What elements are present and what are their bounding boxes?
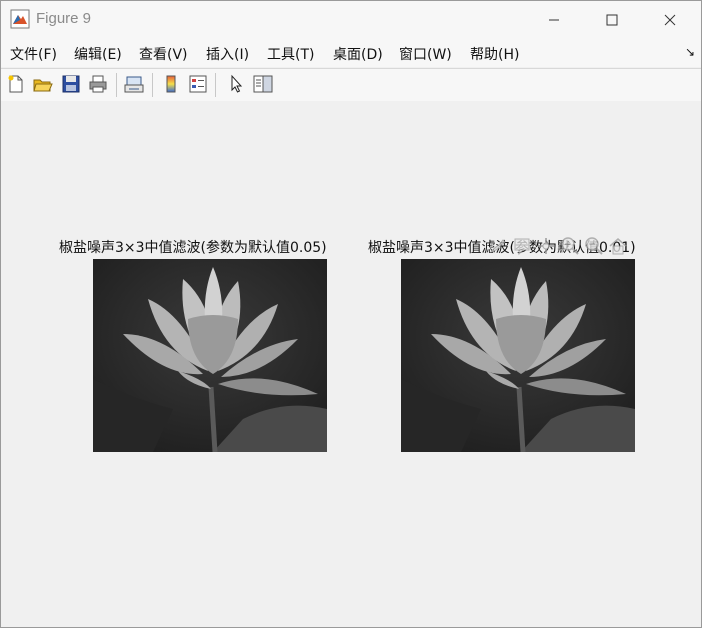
zoom-out-icon[interactable]	[583, 235, 605, 257]
lotus-image-right	[401, 259, 635, 452]
menu-window[interactable]: 窗口(W)	[399, 44, 452, 64]
colorbar-icon[interactable]	[160, 73, 182, 95]
menu-insert[interactable]: 插入(I)	[206, 44, 249, 64]
figure-window: Figure 9 文件(F) 编辑(E) 查看(V) 插入(I) 工具(T) 桌…	[0, 0, 702, 628]
menu-file[interactable]: 文件(F)	[10, 44, 57, 64]
dock-arrow-icon[interactable]: ↘	[685, 45, 695, 59]
property-editor-icon[interactable]	[252, 73, 274, 95]
maximize-button[interactable]	[589, 1, 635, 39]
figure-toolbar	[1, 68, 701, 102]
window-title: Figure 9	[36, 10, 92, 27]
menu-help[interactable]: 帮助(H)	[470, 44, 519, 64]
toolbar-separator	[116, 73, 117, 97]
menu-tools[interactable]: 工具(T)	[267, 44, 314, 64]
close-button[interactable]	[647, 1, 693, 39]
toolbar-separator	[215, 73, 216, 97]
matlab-logo-icon	[10, 9, 30, 29]
print-icon[interactable]	[87, 73, 109, 95]
lotus-image-left	[93, 259, 327, 452]
maximize-icon	[606, 14, 618, 26]
menu-edit[interactable]: 编辑(E)	[74, 44, 122, 64]
home-restore-icon[interactable]	[607, 235, 629, 257]
toolbar-separator	[152, 73, 153, 97]
close-icon	[664, 14, 676, 26]
title-bar[interactable]: Figure 9	[1, 1, 701, 39]
menu-bar: 文件(F) 编辑(E) 查看(V) 插入(I) 工具(T) 桌面(D) 窗口(W…	[1, 39, 701, 67]
link-plot-icon[interactable]	[123, 73, 145, 95]
legend-icon[interactable]	[187, 73, 209, 95]
minimize-button[interactable]	[531, 1, 577, 39]
pan-icon[interactable]	[535, 235, 557, 257]
figure-canvas: 椒盐噪声3×3中值滤波(参数为默认值0.05) 椒盐噪声3×3中值滤波(参数为默…	[1, 101, 701, 627]
minimize-icon	[549, 19, 559, 21]
open-file-icon[interactable]	[32, 73, 54, 95]
menu-desktop[interactable]: 桌面(D)	[333, 44, 383, 64]
axes-toolbar	[487, 235, 629, 257]
data-tip-icon[interactable]	[511, 235, 533, 257]
menu-view[interactable]: 查看(V)	[139, 44, 188, 64]
brush-icon[interactable]	[487, 235, 509, 257]
save-icon[interactable]	[60, 73, 82, 95]
zoom-in-icon[interactable]	[559, 235, 581, 257]
new-figure-icon[interactable]	[5, 73, 27, 95]
select-pointer-icon[interactable]	[225, 73, 247, 95]
axes-1-title: 椒盐噪声3×3中值滤波(参数为默认值0.05)	[59, 240, 327, 256]
